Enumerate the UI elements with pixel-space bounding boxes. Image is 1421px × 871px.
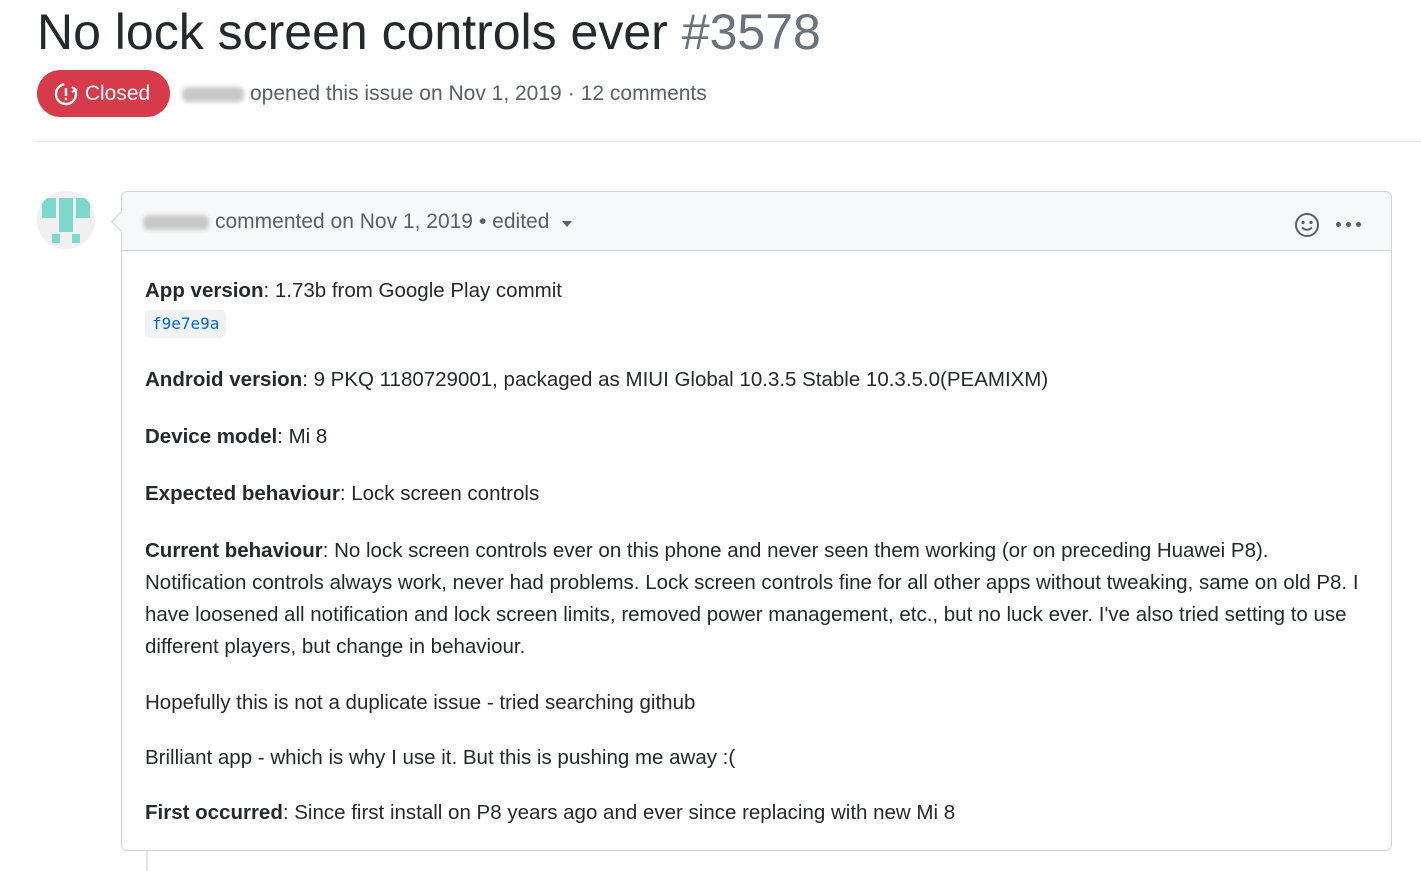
comment-date[interactable]: commented on Nov 1, 2019 [215,210,473,234]
comment-body: App version: 1.73b from Google Play comm… [145,275,1375,829]
smiley-icon[interactable] [1294,212,1320,238]
android-version-line: Android version: 9 PKQ 1180729001, packa… [145,364,1375,396]
avatar[interactable] [37,191,95,249]
header-divider [37,141,1421,142]
issue-number: #3578 [681,4,821,60]
issue-meta: opened this issue on Nov 1, 2019 · 12 co… [182,82,707,106]
brilliant-paragraph: Brilliant app - which is why I use it. B… [145,746,736,769]
current-label: Current behaviour [145,539,323,562]
expected-label: Expected behaviour [145,482,340,505]
author-name-redacted[interactable] [182,86,244,102]
android-version-value: : 9 PKQ 1180729001, packaged as MIUI Glo… [302,368,1049,391]
comment-header: commented on Nov 1, 2019 • edited [122,192,1391,251]
issue-closed-icon [54,82,78,105]
commenter-name-redacted[interactable] [143,214,209,230]
current-value: : No lock screen controls ever on this p… [145,539,1359,658]
first-occurred-line: First occurred: Since first install on P… [145,797,1375,829]
commit-sha-link[interactable]: f9e7e9a [145,310,227,338]
app-version-line: App version: 1.73b from Google Play comm… [145,275,1375,307]
opened-text: opened this issue on Nov 1, 2019 [250,82,562,105]
comments-count: 12 comments [580,82,707,105]
timeline-line [146,851,148,871]
comment-meta: commented on Nov 1, 2019 • edited [143,210,573,234]
expected-value: : Lock screen controls [339,482,540,505]
issue-state-label: Closed [84,81,151,105]
app-version-label: App version [145,279,264,302]
meta-separator: · [567,82,575,105]
device-model-line: Device model: Mi 8 [145,421,1375,453]
first-occurred-label: First occurred [145,801,283,824]
issue-state-badge: Closed [37,70,170,117]
issue-title-row: No lock screen controls ever #3578 [37,2,821,62]
identicon [42,198,90,243]
issue-title: No lock screen controls ever [37,4,668,60]
device-model-label: Device model [145,425,278,448]
first-occurred-value: : Since first install on P8 years ago an… [282,801,956,824]
current-line: Current behaviour: No lock screen contro… [145,535,1375,663]
android-version-label: Android version [145,368,303,391]
expected-line: Expected behaviour: Lock screen controls [145,478,1375,510]
edited-dropdown[interactable]: • edited [479,210,549,234]
app-version-value: : 1.73b from Google Play commit [263,279,562,302]
device-model-value: : Mi 8 [277,425,328,448]
duplicate-paragraph: Hopefully this is not a duplicate issue … [145,691,696,714]
chevron-down-icon[interactable] [562,221,573,227]
comment-box: commented on Nov 1, 2019 • edited App ve… [121,191,1392,851]
kebab-horizontal-icon[interactable] [1336,214,1366,234]
commit-line: f9e7e9a [145,307,1375,339]
